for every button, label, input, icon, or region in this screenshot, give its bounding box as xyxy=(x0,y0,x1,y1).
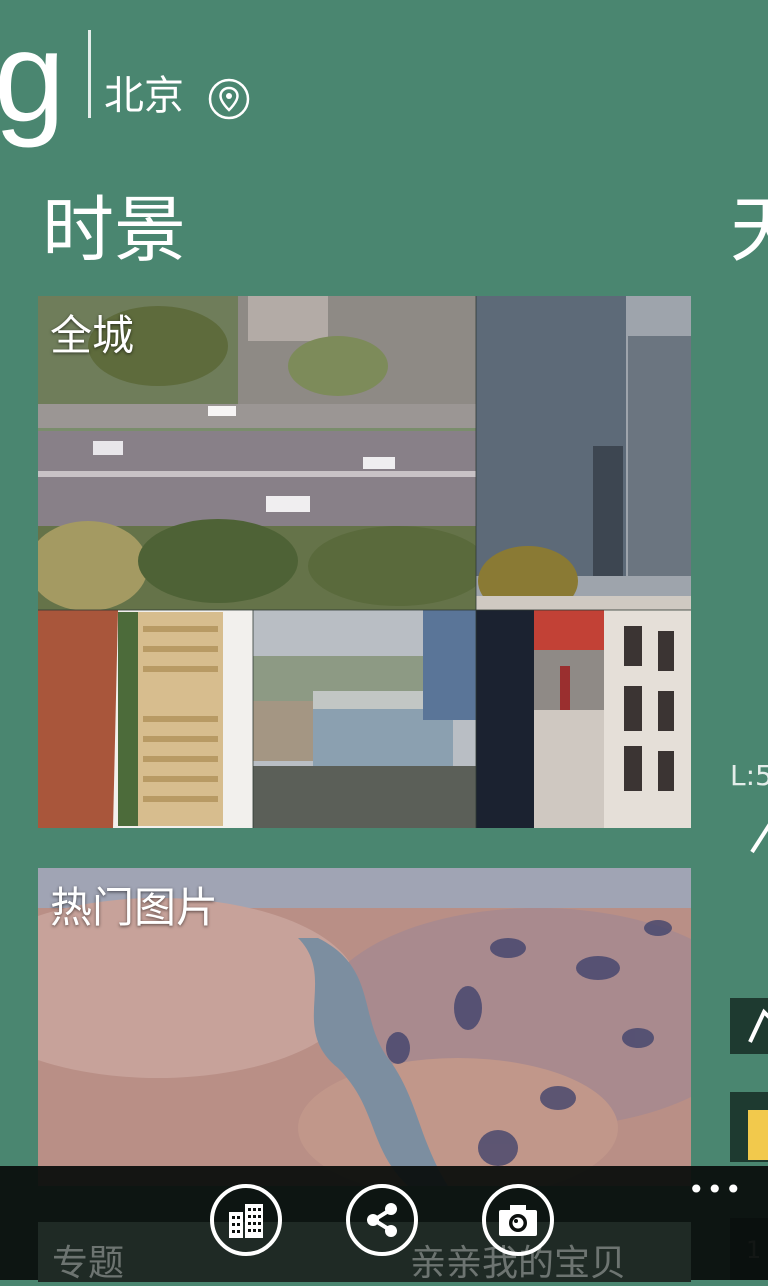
share-icon xyxy=(367,1203,397,1237)
more-options-button[interactable]: ••• xyxy=(688,1176,744,1204)
location-pin-icon[interactable] xyxy=(208,78,250,120)
next-panorama-title[interactable]: 天 xyxy=(730,188,768,272)
city-tile-label: 全城 xyxy=(50,311,135,360)
camera-button[interactable] xyxy=(482,1184,554,1256)
city-buildings-icon xyxy=(229,1204,263,1238)
next-section-peek-tile[interactable] xyxy=(730,998,768,1054)
city-name[interactable]: 北京 xyxy=(104,72,184,120)
page-title: 时景 xyxy=(42,188,187,272)
next-section-peek-text: L:5 xyxy=(730,759,768,792)
camera-icon xyxy=(499,1205,537,1236)
app-bar: 专题 亲亲我的宝贝 ••• xyxy=(0,1166,768,1284)
next-section-peek-glyph xyxy=(748,818,768,858)
city-button[interactable] xyxy=(210,1184,282,1256)
city-photo-tile[interactable]: 全城 xyxy=(38,296,691,828)
app-logo: g xyxy=(0,6,66,149)
underlay-left-label: 专题 xyxy=(52,1243,125,1284)
share-button[interactable] xyxy=(346,1184,418,1256)
header-divider xyxy=(88,30,91,118)
popular-tile-label: 热门图片 xyxy=(50,883,219,932)
next-section-peek-badge xyxy=(748,1110,768,1160)
popular-photo-tile[interactable]: 热门图片 xyxy=(38,868,691,1186)
